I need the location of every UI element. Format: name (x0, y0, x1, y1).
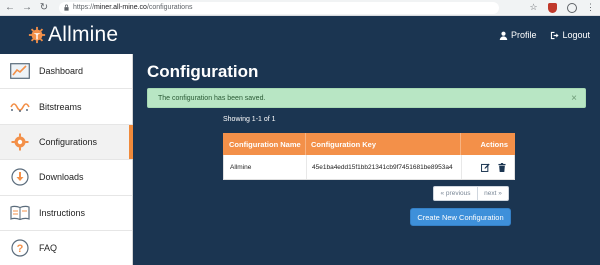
account-icon[interactable] (566, 2, 577, 13)
create-configuration-button[interactable]: Create New Configuration (410, 208, 511, 226)
sidebar-item-label: Instructions (39, 207, 86, 218)
user-icon (499, 31, 508, 40)
column-header-actions: Actions (480, 139, 508, 149)
reload-icon[interactable]: ↻ (37, 1, 51, 15)
sidebar: Dashboard Bitstreams Configurations Down… (0, 54, 133, 265)
brand-name: Allmine (48, 23, 119, 46)
sidebar-item-label: Bitstreams (39, 101, 82, 112)
success-alert: The configuration has been saved. × (147, 88, 586, 108)
edit-icon[interactable] (481, 163, 490, 172)
pagination: « previous next » (433, 186, 509, 201)
gear-icon (10, 132, 30, 152)
sidebar-item-instructions[interactable]: Instructions (0, 196, 132, 231)
sidebar-item-downloads[interactable]: Downloads (0, 160, 132, 196)
address-bar[interactable]: https://miner.all-mine.co/configurations (59, 1, 499, 14)
back-icon[interactable]: ← (3, 1, 17, 15)
download-icon (10, 167, 30, 187)
profile-label: Profile (510, 30, 537, 40)
profile-link[interactable]: Profile (499, 30, 537, 40)
url-scheme: https:// (73, 4, 95, 11)
close-icon[interactable]: × (571, 93, 577, 104)
sidebar-item-label: FAQ (39, 243, 58, 254)
row-actions (462, 155, 514, 179)
trash-icon[interactable] (497, 162, 506, 172)
config-key-cell: 45e1ba4edd15f1bb21341cb9f7451681be8953a4 (307, 155, 462, 179)
url-path: /configurations (146, 4, 193, 11)
page-title: Configuration (147, 62, 259, 81)
svg-text:?: ? (17, 243, 24, 255)
chart-line-icon (10, 61, 30, 81)
logout-link[interactable]: Logout (550, 30, 590, 40)
column-header-name[interactable]: Configuration Name (223, 133, 306, 155)
sidebar-item-dashboard[interactable]: Dashboard (0, 54, 132, 90)
extension-shield-icon[interactable] (547, 2, 558, 13)
lock-icon (64, 4, 69, 11)
sidebar-item-label: Dashboard (39, 66, 84, 77)
question-icon: ? (10, 238, 30, 258)
main-content: Configuration The configuration has been… (133, 54, 600, 265)
gear-pick-logo-icon (28, 26, 46, 44)
url-host: miner.all-mine.co (94, 4, 147, 11)
results-count: Showing 1-1 of 1 (223, 116, 276, 123)
table-header: Configuration Name Configuration Key Act… (223, 133, 515, 155)
sidebar-item-faq[interactable]: ? FAQ (0, 231, 132, 265)
sidebar-item-label: Configurations (39, 136, 98, 147)
alert-message: The configuration has been saved. (158, 94, 266, 102)
book-icon (10, 203, 30, 223)
menu-dots-icon[interactable]: ⋮ (585, 2, 596, 13)
forward-icon[interactable]: → (20, 1, 34, 15)
sign-out-icon (551, 31, 560, 39)
star-icon[interactable]: ☆ (528, 2, 539, 13)
logout-label: Logout (562, 30, 590, 40)
sidebar-item-label: Downloads (39, 172, 84, 183)
sidebar-item-bitstreams[interactable]: Bitstreams (0, 89, 132, 125)
sidebar-item-configurations[interactable]: Configurations (0, 124, 133, 161)
column-header-key[interactable]: Configuration Key (306, 133, 461, 155)
bitstream-wave-icon (10, 97, 30, 117)
table-row: Allmine 45e1ba4edd15f1bb21341cb9f7451681… (223, 155, 515, 180)
app-header: Allmine Profile Logout (0, 16, 600, 54)
brand-logo[interactable]: Allmine (28, 23, 118, 47)
browser-toolbar: ← → ↻ https://miner.all-mine.co/configur… (0, 0, 600, 16)
next-page-button[interactable]: next » (478, 186, 509, 201)
previous-page-button[interactable]: « previous (433, 186, 478, 201)
configurations-table: Configuration Name Configuration Key Act… (223, 133, 515, 180)
config-name-cell: Allmine (224, 155, 307, 179)
